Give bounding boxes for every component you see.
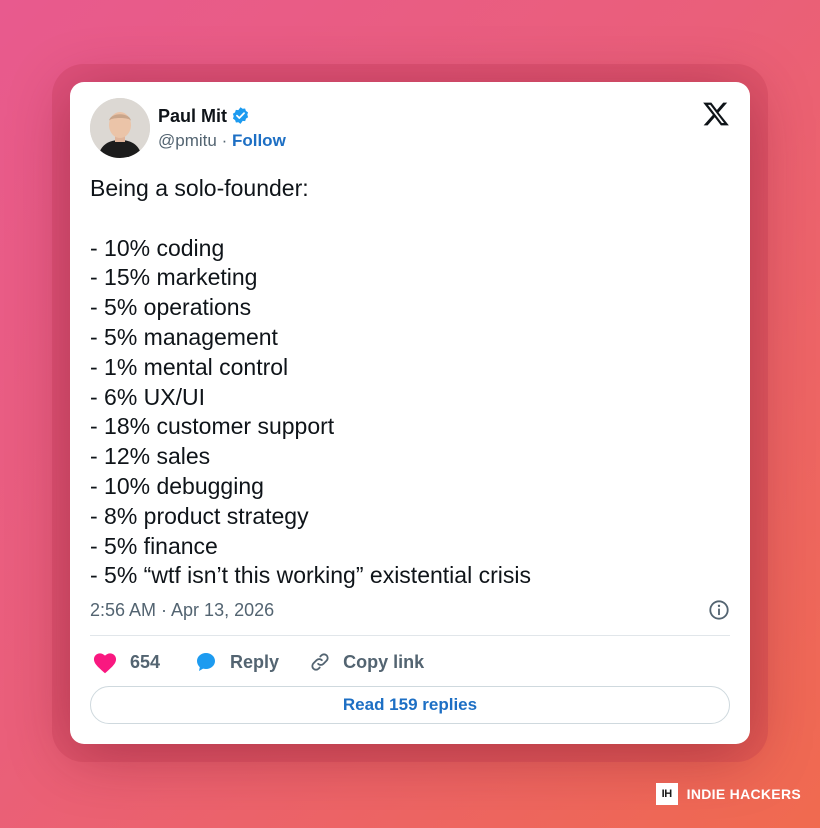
author-name[interactable]: Paul Mit bbox=[158, 105, 227, 128]
tweet-meta: 2:56 AM · Apr 13, 2026 bbox=[90, 596, 730, 624]
speech-bubble-icon bbox=[197, 653, 216, 671]
copy-link-label: Copy link bbox=[343, 651, 425, 672]
tweet-timestamp[interactable]: 2:56 AM · Apr 13, 2026 bbox=[90, 600, 274, 621]
link-icon bbox=[311, 653, 329, 671]
avatar-portrait-icon bbox=[90, 98, 150, 158]
indie-hackers-logo: IH bbox=[655, 783, 678, 805]
read-replies-button[interactable]: Read 159 replies bbox=[90, 686, 730, 724]
heart-icon bbox=[93, 653, 117, 674]
handle-row: @pmitu · Follow bbox=[158, 130, 286, 151]
handle-separator: · bbox=[221, 131, 228, 151]
author-row: Paul Mit bbox=[158, 105, 286, 128]
user-info: Paul Mit @pmitu · Follow bbox=[158, 105, 286, 152]
like-count: 654 bbox=[130, 651, 161, 672]
like-button[interactable]: 654 bbox=[92, 650, 160, 674]
reply-button[interactable]: Reply bbox=[194, 650, 279, 674]
verified-badge-icon bbox=[232, 107, 249, 125]
author-handle[interactable]: @pmitu bbox=[158, 131, 217, 150]
follow-button[interactable]: Follow bbox=[232, 131, 286, 150]
divider bbox=[90, 635, 730, 636]
action-bar: 654 Reply Copy link bbox=[92, 647, 424, 677]
brand-name: INDIE HACKERS bbox=[686, 786, 801, 802]
indie-hackers-branding: IH INDIE HACKERS bbox=[655, 783, 801, 805]
copy-link-button[interactable]: Copy link bbox=[309, 651, 424, 673]
info-icon[interactable] bbox=[708, 599, 730, 621]
avatar[interactable] bbox=[90, 98, 150, 158]
x-logo-icon[interactable] bbox=[702, 100, 730, 128]
reply-label: Reply bbox=[230, 651, 280, 672]
tweet-text: Being a solo-founder: - 10% coding - 15%… bbox=[90, 175, 531, 589]
tweet-card: Paul Mit @pmitu · Follow Being a solo-fo… bbox=[70, 82, 750, 744]
tweet-header: Paul Mit @pmitu · Follow bbox=[90, 98, 286, 158]
